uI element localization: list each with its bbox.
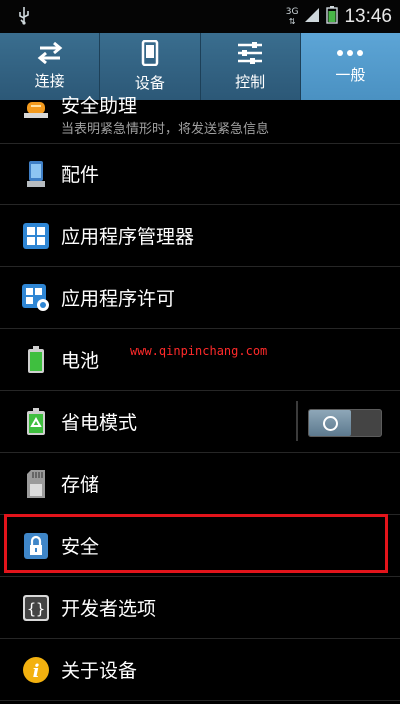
tab-connections[interactable]: 连接 (0, 33, 101, 100)
toggle-knob (309, 410, 351, 436)
list-item-safety-assistance[interactable]: 安全助理 当表明紧急情形时，将发送紧急信息 (0, 95, 400, 144)
svg-text:i: i (33, 661, 40, 682)
list-item-about-device[interactable]: i 关于设备 (0, 639, 400, 701)
info-icon: i (22, 656, 50, 684)
list-item-label: 省电模式 (61, 412, 138, 434)
battery-status-icon (326, 5, 339, 28)
list-item-battery[interactable]: 电池 (0, 329, 400, 391)
status-bar: 3G ⇅ 13:46 (0, 0, 400, 33)
network-type: 3G (285, 6, 299, 17)
sliders-icon (236, 41, 264, 65)
tab-label: 连接 (34, 72, 65, 90)
list-item-developer-options[interactable]: {} 开发者选项 (0, 577, 400, 639)
alarm-icon (22, 94, 50, 122)
tab-controls[interactable]: 控制 (201, 33, 301, 100)
list-item-label: 应用程序管理器 (61, 226, 195, 248)
list-item-label: 应用程序许可 (61, 288, 176, 310)
sd-card-icon (22, 469, 50, 498)
signal-icon (304, 7, 320, 27)
clock: 13:46 (344, 5, 392, 27)
list-item-power-saving[interactable]: 省电模式 (0, 391, 400, 453)
tab-label: 一般 (335, 66, 366, 84)
power-saving-toggle[interactable] (308, 409, 382, 437)
tab-general[interactable]: 一般 (300, 33, 400, 100)
svg-text:{}: {} (27, 600, 45, 618)
list-item-application-permissions[interactable]: 应用程序许可 (0, 267, 400, 329)
settings-tab-bar: 连接 设备 控制 一般 (0, 33, 400, 100)
tab-label: 设备 (134, 74, 165, 92)
list-item-label: 配件 (61, 164, 100, 186)
battery-icon (22, 345, 50, 374)
phone-icon (141, 40, 159, 66)
list-item-label: 开发者选项 (61, 598, 157, 620)
watermark-text: www.qinpinchang.com (130, 344, 268, 358)
braces-icon: {} (22, 594, 50, 622)
divider (296, 401, 298, 441)
more-dots-icon (335, 48, 365, 58)
list-item-label: 关于设备 (61, 660, 138, 682)
list-item-storage[interactable]: 存储 (0, 453, 400, 515)
swap-arrows-icon (36, 42, 64, 64)
list-item-label: 电池 (61, 350, 100, 372)
list-item-accessory[interactable]: 配件 (0, 143, 400, 205)
app-permission-icon (22, 283, 50, 312)
app-grid-icon (22, 222, 50, 250)
list-item-application-manager[interactable]: 应用程序管理器 (0, 205, 400, 267)
accessory-icon (22, 160, 50, 188)
list-item-label: 存储 (61, 474, 100, 496)
tab-label: 控制 (235, 73, 266, 91)
usb-icon (18, 7, 30, 29)
list-item-subtitle: 当表明紧急情形时，将发送紧急信息 (61, 122, 270, 137)
list-item-label: 安全助理 (61, 95, 138, 117)
security-highlight-box (4, 514, 388, 573)
power-saving-icon (22, 407, 50, 436)
network-indicator: 3G ⇅ (285, 6, 299, 26)
tab-device[interactable]: 设备 (100, 33, 201, 100)
